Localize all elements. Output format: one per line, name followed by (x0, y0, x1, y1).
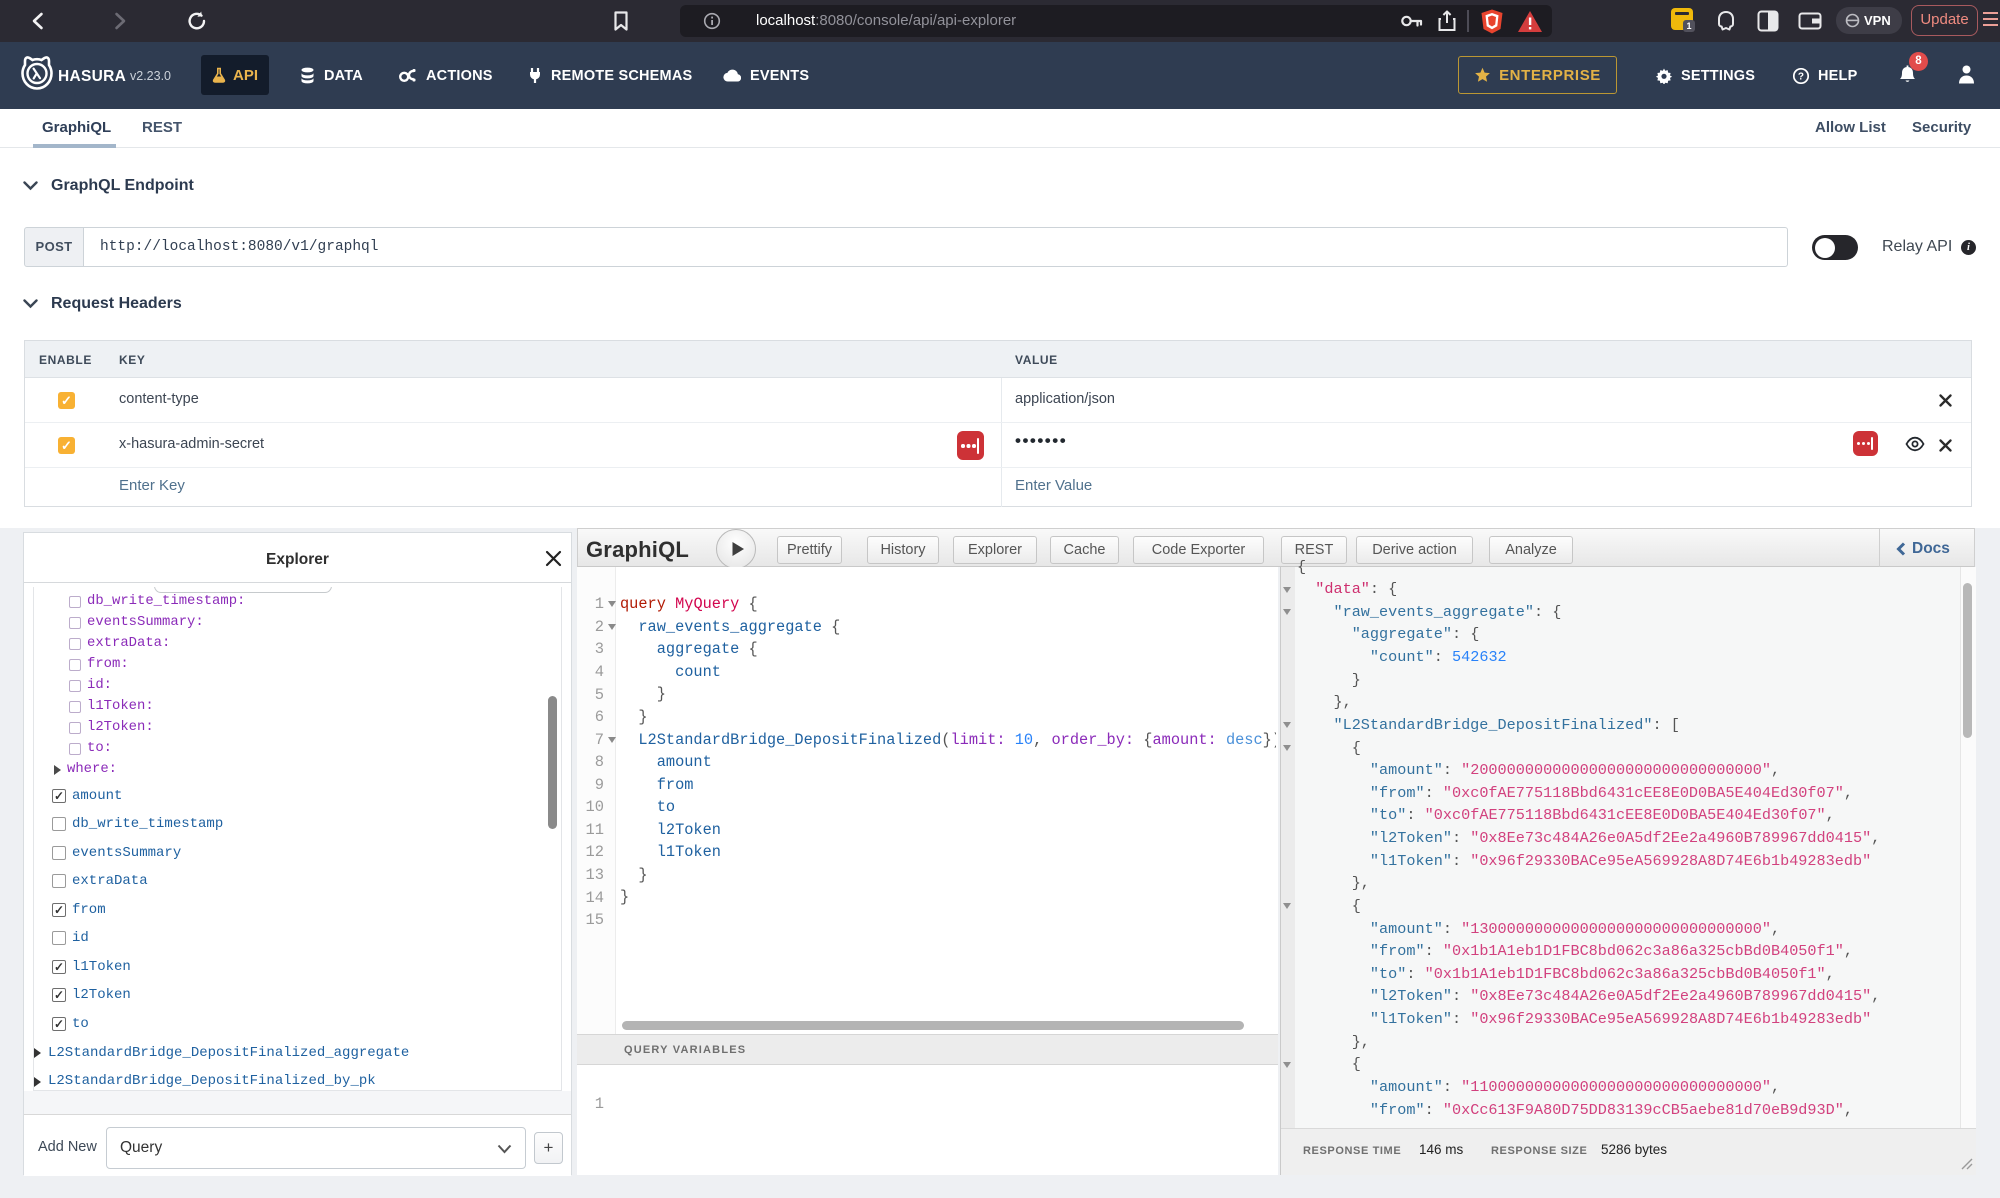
svg-text:?: ? (1798, 71, 1804, 82)
